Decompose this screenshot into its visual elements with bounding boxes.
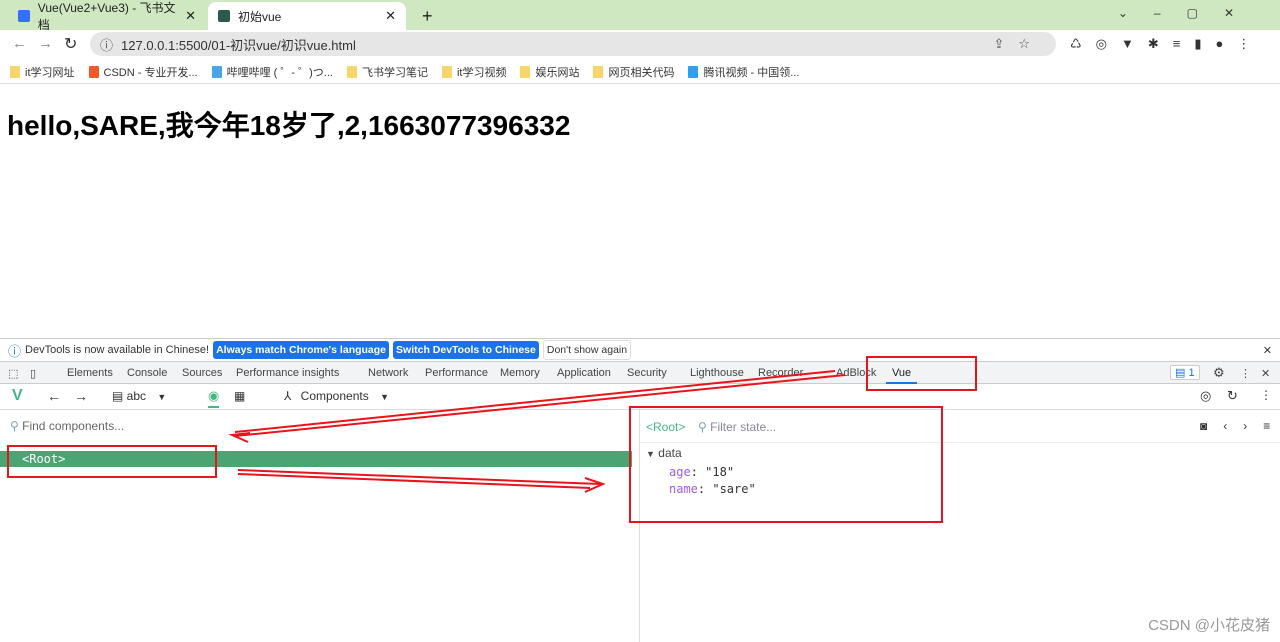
annotation-box-root [7, 445, 217, 478]
annotation-arrowhead [584, 477, 606, 493]
annotation-overlay [7, 356, 977, 523]
annotation-arrow-line [237, 469, 601, 489]
watermark: CSDN @小花皮猪 [1148, 617, 1270, 634]
annotation-arrow-line [234, 370, 846, 437]
annotation-box-state [629, 406, 943, 523]
annotation-box-vue-tab [866, 356, 977, 391]
